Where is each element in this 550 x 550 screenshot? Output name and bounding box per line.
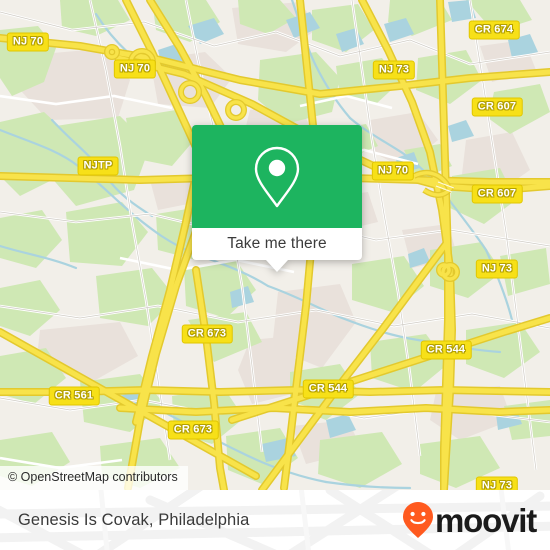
road-shield-nj-70-west: NJ 70 <box>6 32 50 52</box>
moovit-wordmark: moovit <box>435 501 537 539</box>
take-me-there-button[interactable]: Take me there <box>192 228 362 260</box>
callout-image-area <box>192 125 362 228</box>
road-shield-cr-544-east: CR 544 <box>420 340 472 360</box>
place-title: Genesis Is Covak, Philadelphia <box>18 510 250 529</box>
footer-bar: Genesis Is Covak, Philadelphia moovit <box>0 490 550 550</box>
road-shield-nj-70-interchange: NJ 70 <box>113 59 157 79</box>
moovit-logo[interactable]: moovit <box>402 490 537 550</box>
road-shield-njtp: NJTP <box>77 156 119 176</box>
road-shield-cr-607-south: CR 607 <box>471 184 523 204</box>
road-shield-cr-607-north: CR 607 <box>471 97 523 117</box>
road-shield-nj-73-mid: NJ 73 <box>475 259 519 279</box>
take-me-there-label: Take me there <box>227 235 327 252</box>
moovit-place-card: NJ 70 NJ 70 NJTP NJ 73 CR 674 CR 607 NJ 70 CR 6… <box>0 0 550 550</box>
road-shield-cr-673-south: CR 673 <box>167 420 219 440</box>
road-shield-cr-674: CR 674 <box>468 20 520 40</box>
place-callout-card[interactable]: Take me there <box>192 125 362 272</box>
road-shield-nj-73-south: NJ 73 <box>475 476 519 490</box>
moovit-smiley-pin-icon <box>403 502 434 538</box>
road-shield-nj-73-north: NJ 73 <box>372 60 416 80</box>
location-pin-icon <box>254 146 300 207</box>
road-shield-nj-70-east: NJ 70 <box>371 161 415 181</box>
road-shield-cr-673-north: CR 673 <box>181 324 233 344</box>
road-shield-cr-561: CR 561 <box>48 386 100 406</box>
osm-attribution[interactable]: © OpenStreetMap contributors <box>0 466 188 490</box>
callout-pointer-tail <box>266 260 288 272</box>
road-shield-cr-544-west: CR 544 <box>302 379 354 399</box>
